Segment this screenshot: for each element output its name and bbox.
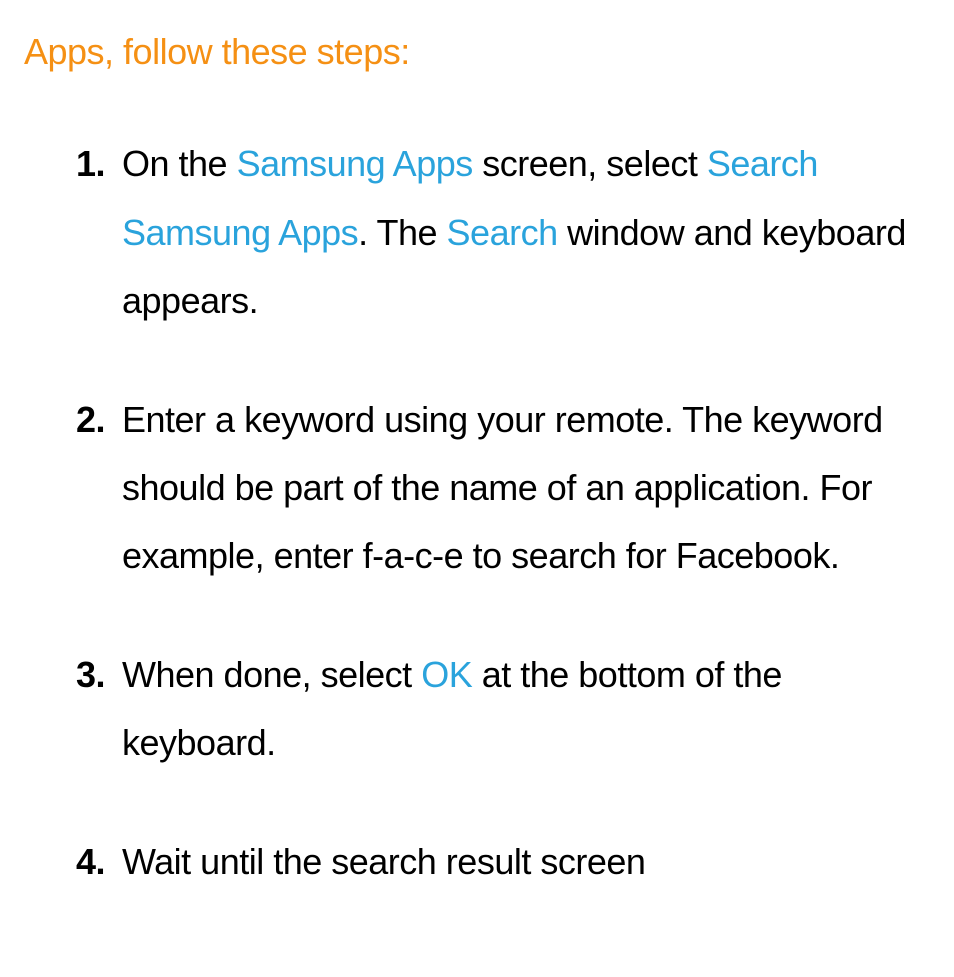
step-number: 1. (76, 130, 105, 198)
step-item: 3. When done, select OK at the bottom of… (122, 641, 930, 778)
highlighted-term: Samsung Apps (237, 143, 473, 184)
section-heading: Apps, follow these steps: (24, 18, 930, 86)
text-run: Wait until the search result screen (122, 841, 645, 882)
step-text: Enter a keyword using your remote. The k… (122, 399, 883, 577)
highlighted-term: OK (421, 654, 472, 695)
step-number: 2. (76, 386, 105, 454)
text-run: screen, select (473, 143, 707, 184)
step-item: 1. On the Samsung Apps screen, select Se… (122, 130, 930, 335)
text-run: On the (122, 143, 237, 184)
step-text: Wait until the search result screen (122, 841, 645, 882)
step-text: On the Samsung Apps screen, select Searc… (122, 143, 906, 321)
step-item: 2. Enter a keyword using your remote. Th… (122, 386, 930, 591)
step-item: 4. Wait until the search result screen (122, 828, 930, 896)
step-number: 3. (76, 641, 105, 709)
text-run: Enter a keyword using your remote. The k… (122, 399, 883, 577)
text-run: When done, select (122, 654, 421, 695)
highlighted-term: Search (447, 212, 558, 253)
steps-list: 1. On the Samsung Apps screen, select Se… (24, 130, 930, 896)
step-number: 4. (76, 828, 105, 896)
step-text: When done, select OK at the bottom of th… (122, 654, 782, 763)
text-run: . The (358, 212, 446, 253)
